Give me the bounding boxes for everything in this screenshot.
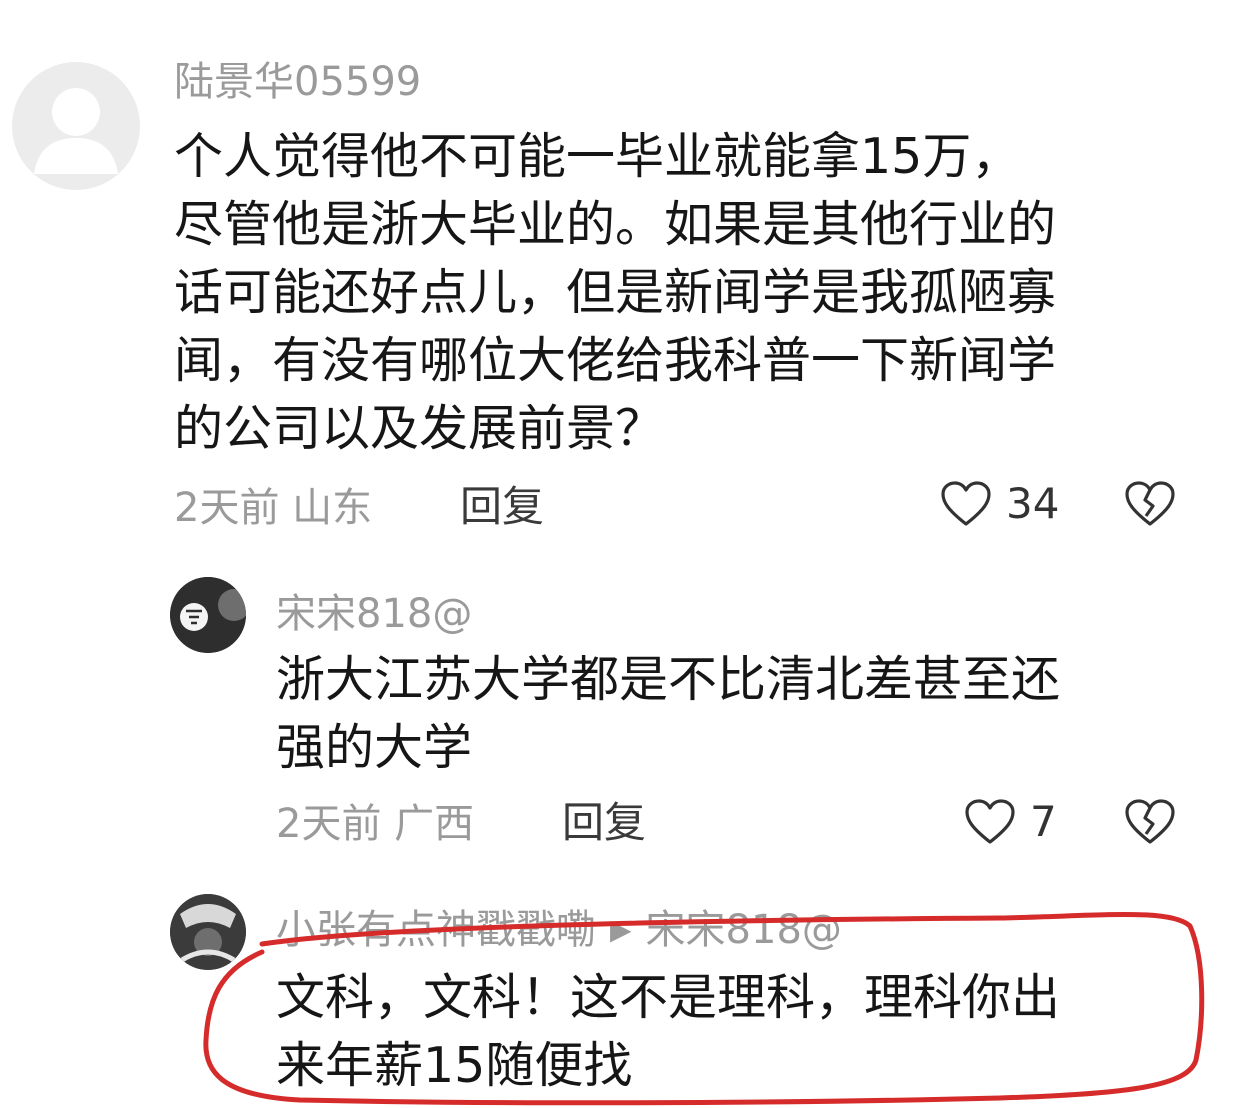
like-button[interactable]: 34 — [940, 480, 1059, 528]
comment-line: 尽管他是浙大毕业的。如果是其他行业的 — [174, 196, 1057, 253]
comment-username[interactable]: 陆景华05599 — [174, 62, 421, 102]
like-count: 7 — [1030, 797, 1057, 846]
avatar[interactable] — [170, 577, 246, 653]
comment-line: 浙大江苏大学都是不比清北差甚至还 — [276, 651, 1061, 708]
comment-time-location: 2天前 广西 — [276, 801, 475, 847]
avatar-image — [170, 577, 246, 653]
avatar-default[interactable] — [12, 62, 140, 190]
comment-username-row: 小张有点神戳戳嘞 ▶ 宋宋818@ — [276, 910, 842, 950]
like-button[interactable]: 7 — [964, 798, 1057, 846]
comment-username[interactable]: 宋宋818@ — [276, 594, 472, 634]
heart-outline-icon — [941, 481, 991, 526]
dislike-button[interactable] — [1124, 798, 1176, 850]
heart-outline-icon — [965, 799, 1015, 844]
comment-body: 浙大江苏大学都是不比清北差甚至还 强的大学 — [276, 646, 1060, 782]
comment-line: 话可能还好点儿，但是新闻学是我孤陋寡 — [174, 264, 1057, 321]
dislike-button[interactable] — [1124, 480, 1176, 532]
broken-heart-icon — [1125, 481, 1175, 526]
comment-line: 个人觉得他不可能一毕业就能拿15万， — [174, 128, 1021, 185]
default-user-icon — [34, 88, 118, 174]
comment-thread: 陆景华05599 个人觉得他不可能一毕业就能拿15万， 尽管他是浙大毕业的。如果… — [0, 0, 1242, 1108]
comment-line: 的公司以及发展前景？ — [174, 400, 665, 457]
comment-time-location: 2天前 山东 — [174, 485, 373, 531]
comment-line: 来年薪15随便找 — [276, 1037, 633, 1094]
reply-button[interactable]: 回复 — [460, 486, 544, 528]
comment-line: 文科，文科！这不是理科，理科你出 — [276, 969, 1061, 1026]
broken-heart-icon — [1125, 799, 1175, 844]
comment-body: 文科，文科！这不是理科，理科你出 来年薪15随便找 — [276, 964, 1060, 1100]
play-arrow-icon: ▶ — [610, 913, 632, 946]
like-count: 34 — [1006, 479, 1060, 528]
reply-target-username[interactable]: 宋宋818@ — [646, 910, 842, 950]
comment-line: 强的大学 — [276, 719, 473, 776]
avatar[interactable] — [170, 894, 246, 970]
reply-button[interactable]: 回复 — [562, 802, 646, 844]
comment-body: 个人觉得他不可能一毕业就能拿15万， 尽管他是浙大毕业的。如果是其他行业的 话可… — [174, 123, 1056, 463]
comment-line: 闻，有没有哪位大佬给我科普一下新闻学 — [174, 332, 1057, 389]
comment-username[interactable]: 小张有点神戳戳嘞 — [276, 910, 596, 950]
avatar-image — [170, 894, 246, 970]
